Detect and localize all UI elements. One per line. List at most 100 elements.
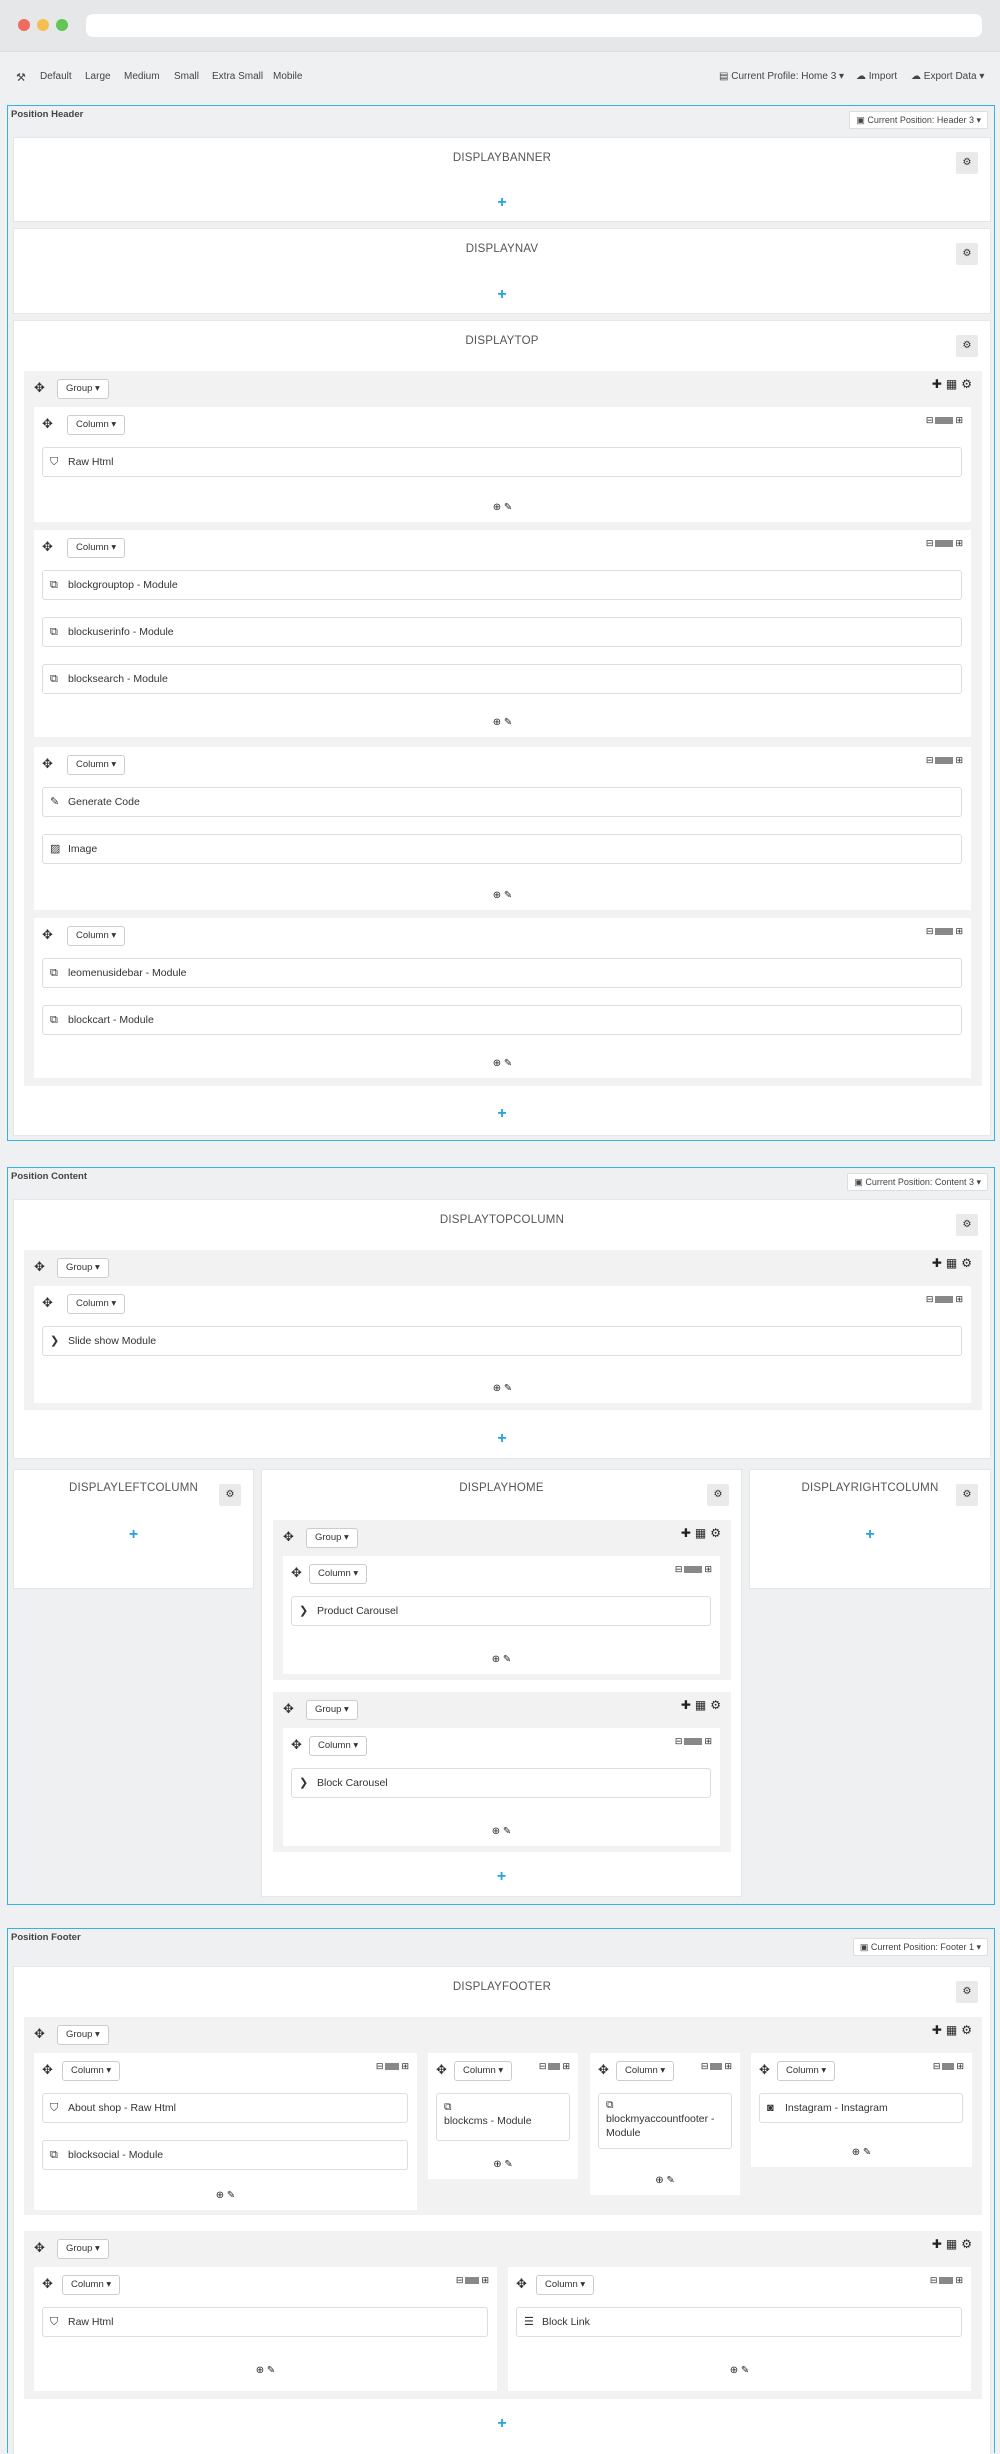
column-dropdown[interactable]: Column ▾	[62, 2061, 121, 2081]
address-bar[interactable]	[86, 14, 982, 37]
move-icon[interactable]: ✥	[283, 1701, 294, 1717]
current-position-dropdown[interactable]: ▣ Current Position: Footer 1 ▾	[852, 1938, 988, 1956]
cog-icon[interactable]: ⚙	[956, 152, 978, 174]
column-footer-actions[interactable]: ⊕ ✎	[428, 2159, 578, 2170]
widget-module[interactable]: ⧉ blockmyaccountfooter - Module	[598, 2093, 732, 2149]
cog-icon[interactable]: ⚙	[956, 1981, 978, 2003]
widget-module[interactable]: ⧉ blockuserinfo - Module	[42, 617, 962, 647]
add-column-icon[interactable]: ✚	[681, 1698, 695, 1712]
widget-module[interactable]: ⧉ blocksearch - Module	[42, 664, 962, 694]
export-data-dropdown[interactable]: ☁ Export Data ▾	[911, 71, 984, 82]
widget-block-carousel[interactable]: ❯ Block Carousel	[291, 1768, 711, 1798]
grid-icon[interactable]: ▦	[946, 2237, 961, 2251]
column-dropdown[interactable]: Column ▾	[309, 1736, 368, 1756]
add-column-icon[interactable]: ✚	[932, 377, 946, 391]
move-icon[interactable]: ✥	[436, 2062, 447, 2078]
cog-icon[interactable]: ⚙	[956, 243, 978, 265]
maximize-window-button[interactable]	[56, 19, 68, 31]
column-dropdown[interactable]: Column ▾	[67, 755, 126, 775]
column-dropdown[interactable]: Column ▾	[67, 926, 126, 946]
column-width-controls[interactable]: ⊟ ⊞	[926, 755, 963, 766]
column-width-controls[interactable]: ⊟ ⊞	[675, 1736, 712, 1747]
column-dropdown[interactable]: Column ▾	[536, 2275, 595, 2295]
column-width-controls[interactable]: ⊟ ⊞	[539, 2061, 570, 2072]
grid-icon[interactable]: ▦	[695, 1698, 710, 1712]
wrench-icon[interactable]: ⚒	[16, 71, 26, 84]
column-width-controls[interactable]: ⊟ ⊞	[926, 538, 963, 549]
cog-icon[interactable]: ⚙	[219, 1484, 241, 1506]
cog-icon[interactable]: ⚙	[956, 335, 978, 357]
move-icon[interactable]: ✥	[598, 2062, 609, 2078]
group-dropdown[interactable]: Group ▾	[57, 2239, 109, 2259]
device-extra-small[interactable]: Extra Small	[212, 71, 263, 82]
column-footer-actions[interactable]: ⊕ ✎	[283, 1654, 720, 1665]
move-icon[interactable]: ✥	[34, 2240, 45, 2256]
add-column-icon[interactable]: ✚	[932, 1256, 946, 1270]
column-footer-actions[interactable]: ⊕ ✎	[34, 717, 971, 728]
add-group-plus-icon[interactable]: +	[14, 2415, 990, 2433]
group-dropdown[interactable]: Group ▾	[306, 1700, 358, 1720]
import-button[interactable]: ☁ Import	[856, 71, 897, 82]
column-width-controls[interactable]: ⊟ ⊞	[926, 1294, 963, 1305]
column-width-controls[interactable]: ⊟ ⊞	[675, 1564, 712, 1575]
cog-icon[interactable]: ⚙	[707, 1484, 729, 1506]
close-window-button[interactable]	[18, 19, 30, 31]
column-width-controls[interactable]: ⊟ ⊞	[926, 415, 963, 426]
move-icon[interactable]: ✥	[42, 756, 53, 772]
column-footer-actions[interactable]: ⊕ ✎	[34, 2365, 497, 2376]
move-icon[interactable]: ✥	[516, 2276, 527, 2292]
grid-icon[interactable]: ▦	[946, 2023, 961, 2037]
column-width-controls[interactable]: ⊟ ⊞	[456, 2275, 489, 2286]
widget-block-link[interactable]: ☰ Block Link	[516, 2307, 962, 2337]
current-position-dropdown[interactable]: ▣ Current Position: Header 3 ▾	[849, 111, 988, 129]
widget-image[interactable]: ▨ Image	[42, 834, 962, 864]
device-default[interactable]: Default	[40, 71, 72, 82]
move-icon[interactable]: ✥	[34, 2026, 45, 2042]
column-dropdown[interactable]: Column ▾	[62, 2275, 121, 2295]
grid-icon[interactable]: ▦	[946, 1256, 961, 1270]
move-icon[interactable]: ✥	[42, 2062, 53, 2078]
widget-raw-html[interactable]: ⛉ About shop - Raw Html	[42, 2093, 408, 2123]
cog-icon[interactable]: ⚙	[710, 1698, 725, 1712]
grid-icon[interactable]: ▦	[695, 1526, 710, 1540]
move-icon[interactable]: ✥	[42, 2276, 53, 2292]
widget-raw-html[interactable]: ⛉ Raw Html	[42, 447, 962, 477]
move-icon[interactable]: ✥	[34, 1259, 45, 1275]
add-group-plus-icon[interactable]: +	[14, 286, 990, 304]
device-medium[interactable]: Medium	[124, 71, 160, 82]
column-width-controls[interactable]: ⊟ ⊞	[930, 2275, 963, 2286]
column-footer-actions[interactable]: ⊕ ✎	[508, 2365, 971, 2376]
column-dropdown[interactable]: Column ▾	[67, 1294, 126, 1314]
move-icon[interactable]: ✥	[291, 1737, 302, 1753]
column-dropdown[interactable]: Column ▾	[777, 2061, 836, 2081]
column-dropdown[interactable]: Column ▾	[67, 538, 126, 558]
column-width-controls[interactable]: ⊟ ⊞	[933, 2061, 964, 2072]
cog-icon[interactable]: ⚙	[710, 1526, 725, 1540]
move-icon[interactable]: ✥	[42, 1295, 53, 1311]
add-group-plus-icon[interactable]: +	[14, 1105, 990, 1123]
column-footer-actions[interactable]: ⊕ ✎	[590, 2175, 740, 2186]
current-profile-dropdown[interactable]: ▤ Current Profile: Home 3 ▾	[719, 71, 844, 82]
move-icon[interactable]: ✥	[291, 1565, 302, 1581]
widget-module[interactable]: ⧉ leomenusidebar - Module	[42, 958, 962, 988]
move-icon[interactable]: ✥	[42, 927, 53, 943]
widget-generate-code[interactable]: ✎ Generate Code	[42, 787, 962, 817]
move-icon[interactable]: ✥	[42, 416, 53, 432]
widget-module[interactable]: ⧉ blockcart - Module	[42, 1005, 962, 1035]
device-small[interactable]: Small	[174, 71, 199, 82]
column-width-controls[interactable]: ⊟ ⊞	[701, 2061, 732, 2072]
move-icon[interactable]: ✥	[42, 539, 53, 555]
move-icon[interactable]: ✥	[34, 380, 45, 396]
add-group-plus-icon[interactable]: +	[14, 1430, 990, 1448]
cog-icon[interactable]: ⚙	[961, 377, 976, 391]
add-group-plus-icon[interactable]: +	[262, 1868, 741, 1886]
column-footer-actions[interactable]: ⊕ ✎	[34, 1058, 971, 1069]
cog-icon[interactable]: ⚙	[956, 1484, 978, 1506]
column-footer-actions[interactable]: ⊕ ✎	[751, 2147, 972, 2158]
move-icon[interactable]: ✥	[283, 1529, 294, 1545]
column-dropdown[interactable]: Column ▾	[616, 2061, 675, 2081]
cog-icon[interactable]: ⚙	[961, 1256, 976, 1270]
column-width-controls[interactable]: ⊟ ⊞	[926, 926, 963, 937]
current-position-dropdown[interactable]: ▣ Current Position: Content 3 ▾	[847, 1173, 988, 1191]
add-group-plus-icon[interactable]: +	[750, 1526, 990, 1544]
